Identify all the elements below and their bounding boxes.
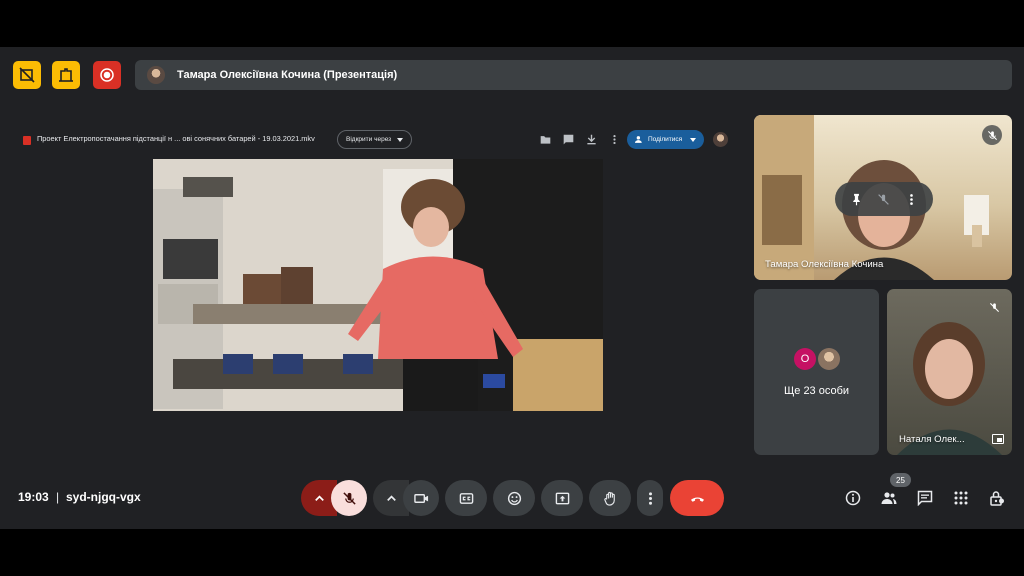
activities-button[interactable] — [951, 488, 971, 508]
call-end-icon — [690, 496, 704, 502]
participant-name: Тамара Олексіївна Кочина — [765, 259, 884, 270]
meeting-code[interactable]: syd-njgq-vgx — [66, 490, 141, 504]
pin-icon[interactable] — [850, 193, 863, 206]
mic-off-icon — [342, 491, 356, 505]
video-file-icon — [23, 136, 31, 145]
open-with-label: Відкрити через — [346, 136, 392, 143]
meeting-time: 19:03 — [18, 490, 49, 504]
videocam-icon — [413, 493, 428, 503]
download-icon — [586, 134, 596, 144]
chevron-up-icon — [314, 494, 324, 501]
chevron-up-icon — [386, 494, 396, 501]
folder-add-icon — [540, 135, 550, 144]
captions-off-button[interactable] — [13, 61, 41, 89]
open-with-button[interactable]: Відкрити через — [337, 130, 412, 149]
leave-call-button[interactable] — [670, 480, 724, 516]
download-button[interactable] — [584, 132, 598, 146]
muted-indicator — [982, 125, 1002, 145]
share-button[interactable]: Поділитися — [627, 130, 704, 149]
chevron-down-icon — [397, 137, 404, 142]
presentation-video — [153, 159, 603, 411]
lock-person-icon — [990, 491, 1004, 506]
participant-tile-tamara[interactable]: Тамара Олексіївна Кочина — [754, 115, 1012, 280]
presentation-tile[interactable]: Проект Електропостачання підстанції н ..… — [13, 125, 742, 445]
participant-tile-natalia[interactable]: Наталя Олек... — [887, 289, 1012, 455]
share-label: Поділитися — [648, 136, 683, 143]
avatar-letter: О — [794, 348, 816, 370]
recording-indicator[interactable] — [93, 61, 121, 89]
camera-toggle-button[interactable] — [403, 480, 439, 516]
participant-name: Наталя Олек... — [899, 434, 965, 445]
tile-hover-controls — [835, 182, 933, 216]
pip-icon[interactable] — [992, 434, 1004, 444]
mic-toggle-button[interactable] — [331, 480, 367, 516]
meeting-details-button[interactable] — [843, 488, 863, 508]
add-to-drive-button[interactable] — [538, 132, 552, 146]
people-count-badge: 25 — [890, 473, 911, 487]
chat-icon — [917, 490, 933, 506]
more-vert-icon[interactable] — [905, 193, 918, 206]
host-controls-button[interactable] — [987, 488, 1007, 508]
presentation-header: Проект Електропостачання підстанції н ..… — [13, 125, 742, 155]
raise-hand-button[interactable] — [589, 480, 631, 516]
more-vert-icon — [648, 491, 652, 505]
more-avatars: О — [794, 348, 840, 370]
info-icon — [845, 490, 861, 506]
people-icon — [881, 492, 897, 504]
owner-avatar — [713, 132, 728, 147]
building-icon — [59, 68, 73, 82]
present-screen-button[interactable] — [541, 480, 583, 516]
mic-off-icon — [987, 130, 997, 140]
comment-button[interactable] — [561, 132, 575, 146]
comment-icon — [563, 134, 573, 144]
people-button[interactable] — [879, 488, 899, 508]
meet-window: Тамара Олексіївна Кочина (Презентація) П… — [0, 47, 1024, 529]
avatar-photo — [818, 348, 840, 370]
more-options-button[interactable] — [607, 132, 621, 146]
closed-caption-icon — [459, 492, 473, 504]
presenter-banner[interactable]: Тамара Олексіївна Кочина (Презентація) — [135, 60, 1012, 90]
reactions-button[interactable] — [493, 480, 535, 516]
more-participants-tile[interactable]: О Ще 23 особи — [754, 289, 879, 455]
more-participants-label: Ще 23 особи — [783, 385, 850, 397]
mic-off-icon — [989, 302, 999, 312]
hand-icon — [603, 491, 615, 506]
presenter-avatar — [147, 66, 165, 84]
chat-button[interactable] — [915, 488, 935, 508]
presenter-name: Тамара Олексіївна Кочина (Презентація) — [177, 69, 398, 81]
mic-off-icon[interactable] — [877, 193, 890, 206]
no-photo-icon — [19, 67, 35, 83]
present-to-all-icon — [555, 492, 569, 504]
file-title: Проект Електропостачання підстанції н ..… — [37, 134, 315, 143]
chevron-down-icon — [690, 137, 697, 142]
captions-button[interactable] — [445, 480, 487, 516]
more-options-button[interactable] — [637, 480, 663, 516]
record-icon — [100, 68, 114, 82]
more-vert-icon — [612, 134, 616, 144]
emoji-icon — [507, 491, 521, 505]
people-icon — [635, 136, 642, 143]
muted-indicator — [984, 297, 1004, 317]
host-controls-button[interactable] — [52, 61, 80, 89]
separator: | — [56, 490, 60, 504]
apps-icon — [954, 491, 968, 505]
classroom-scene-image — [153, 159, 603, 411]
